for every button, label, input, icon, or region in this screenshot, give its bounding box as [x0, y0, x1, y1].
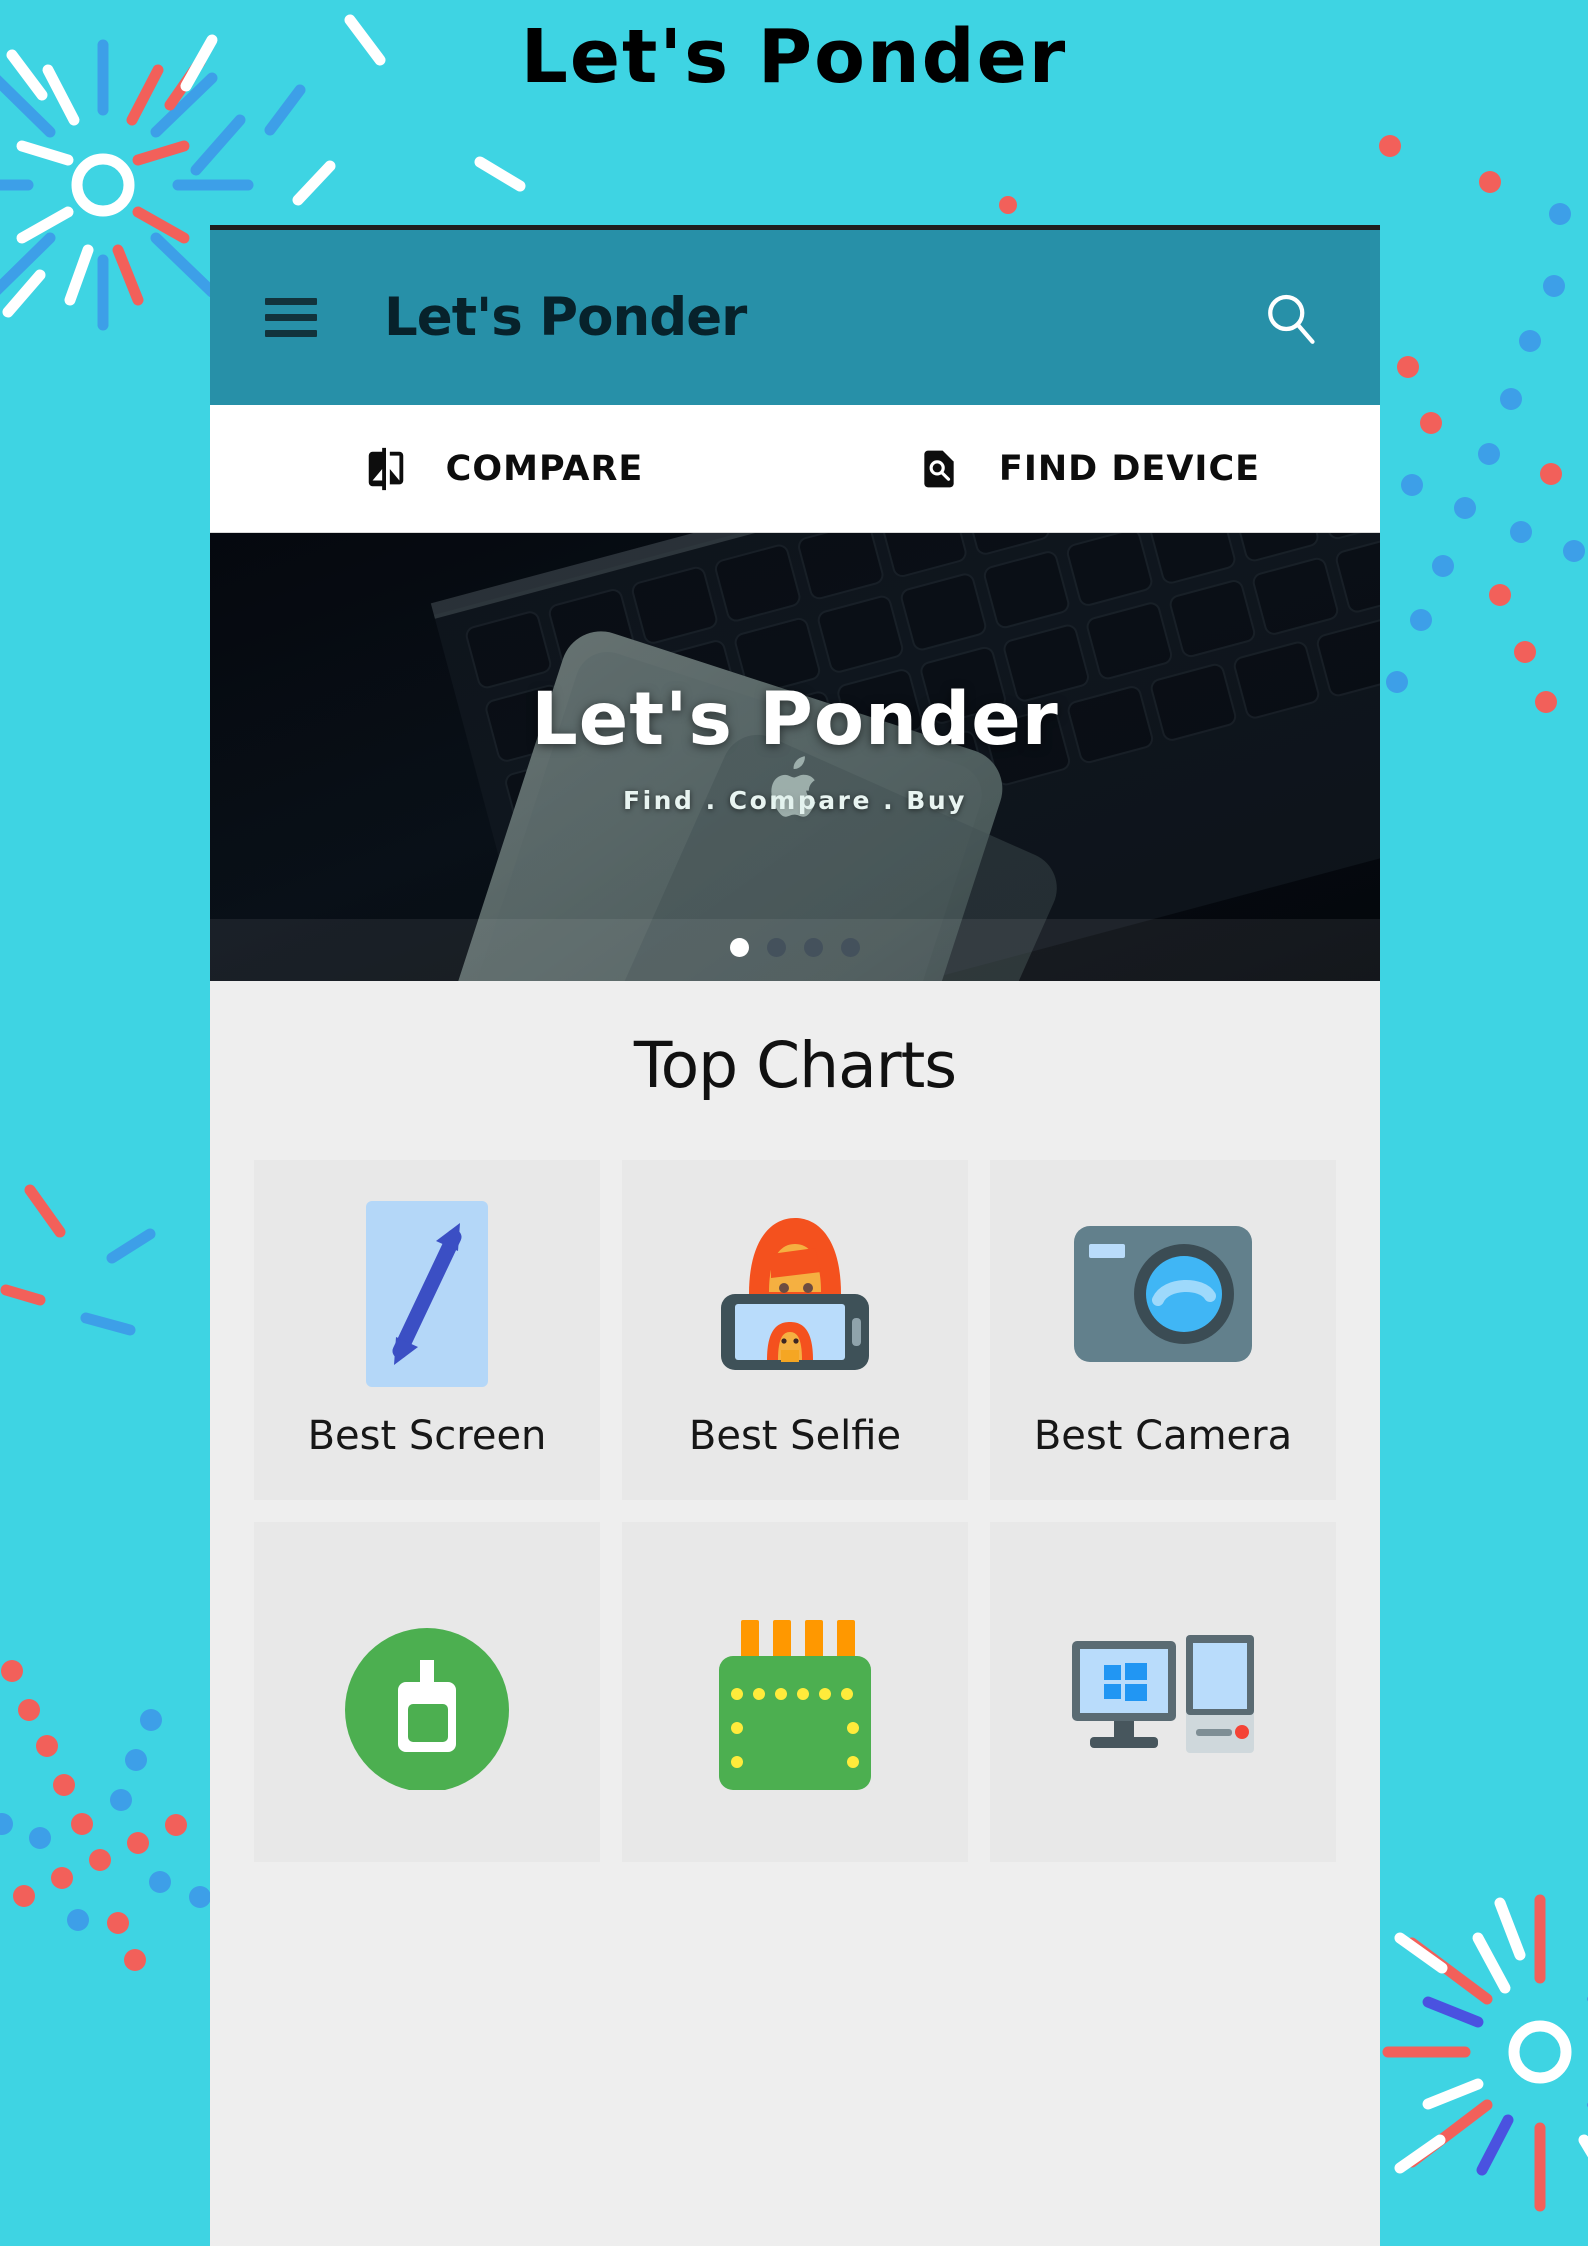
hero-carousel[interactable]: Let's Ponder Find . Compare . Buy [210, 533, 1380, 981]
carousel-dot-2[interactable] [767, 938, 786, 957]
card-processor[interactable] [622, 1522, 968, 1862]
compare-icon [362, 441, 410, 497]
selfie-person-phone-icon [705, 1202, 885, 1387]
search-icon[interactable] [1255, 283, 1325, 353]
dot-field-bottom-left [0, 1660, 211, 1971]
app-bar: Let's Ponder [210, 230, 1380, 405]
hamburger-line [265, 298, 317, 305]
card-desktop[interactable] [990, 1522, 1336, 1862]
tab-compare[interactable]: COMPARE [210, 441, 795, 497]
card-battery[interactable] [254, 1522, 600, 1862]
card-best-screen[interactable]: Best Screen [254, 1160, 600, 1500]
section-title-top-charts: Top Charts [633, 1029, 957, 1102]
screen-size-arrow-icon [366, 1201, 488, 1387]
tab-bar: COMPARE FIND DEVICE [210, 405, 1380, 533]
burst-bottom-right [1382, 1894, 1588, 2212]
carousel-dot-4[interactable] [841, 938, 860, 957]
hero-title: Let's Ponder [531, 677, 1059, 762]
top-charts-grid-row-1: Best Screen Best Selfie Best Camera [210, 1160, 1380, 1500]
dot-field-top-right [1379, 135, 1585, 713]
tab-compare-label: COMPARE [445, 448, 644, 489]
desktop-computer-icon [1070, 1612, 1256, 1797]
hamburger-line [265, 330, 317, 337]
hamburger-menu-icon[interactable] [265, 298, 317, 337]
card-best-selfie-label: Best Selfie [688, 1412, 902, 1459]
find-in-page-icon [915, 441, 963, 497]
tab-find-device[interactable]: FIND DEVICE [795, 441, 1380, 497]
app-frame: Let's Ponder COMPARE FIND DEVICE Let's P… [210, 225, 1380, 2246]
page-title: Let's Ponder [520, 14, 1068, 100]
burst-lower-left [0, 1184, 156, 1336]
main-content: Top Charts Best Screen Best Selfie Best … [210, 981, 1380, 1862]
app-bar-title: Let's Ponder [384, 287, 747, 348]
card-best-camera-label: Best Camera [1033, 1412, 1293, 1459]
hamburger-line [265, 314, 317, 321]
carousel-dot-1[interactable] [730, 938, 749, 957]
processor-chip-icon [711, 1612, 879, 1797]
card-best-camera[interactable]: Best Camera [990, 1160, 1336, 1500]
card-best-selfie[interactable]: Best Selfie [622, 1160, 968, 1500]
apple-logo-icon [771, 756, 816, 817]
camera-icon [1074, 1202, 1252, 1387]
card-best-screen-label: Best Screen [307, 1412, 547, 1459]
tab-find-device-label: FIND DEVICE [998, 448, 1261, 489]
battery-charging-circle-icon [342, 1612, 512, 1797]
carousel-dots [210, 938, 1380, 957]
hero-overlay: Let's Ponder Find . Compare . Buy [210, 533, 1380, 981]
top-charts-grid-row-2 [210, 1522, 1380, 1862]
carousel-dot-3[interactable] [804, 938, 823, 957]
